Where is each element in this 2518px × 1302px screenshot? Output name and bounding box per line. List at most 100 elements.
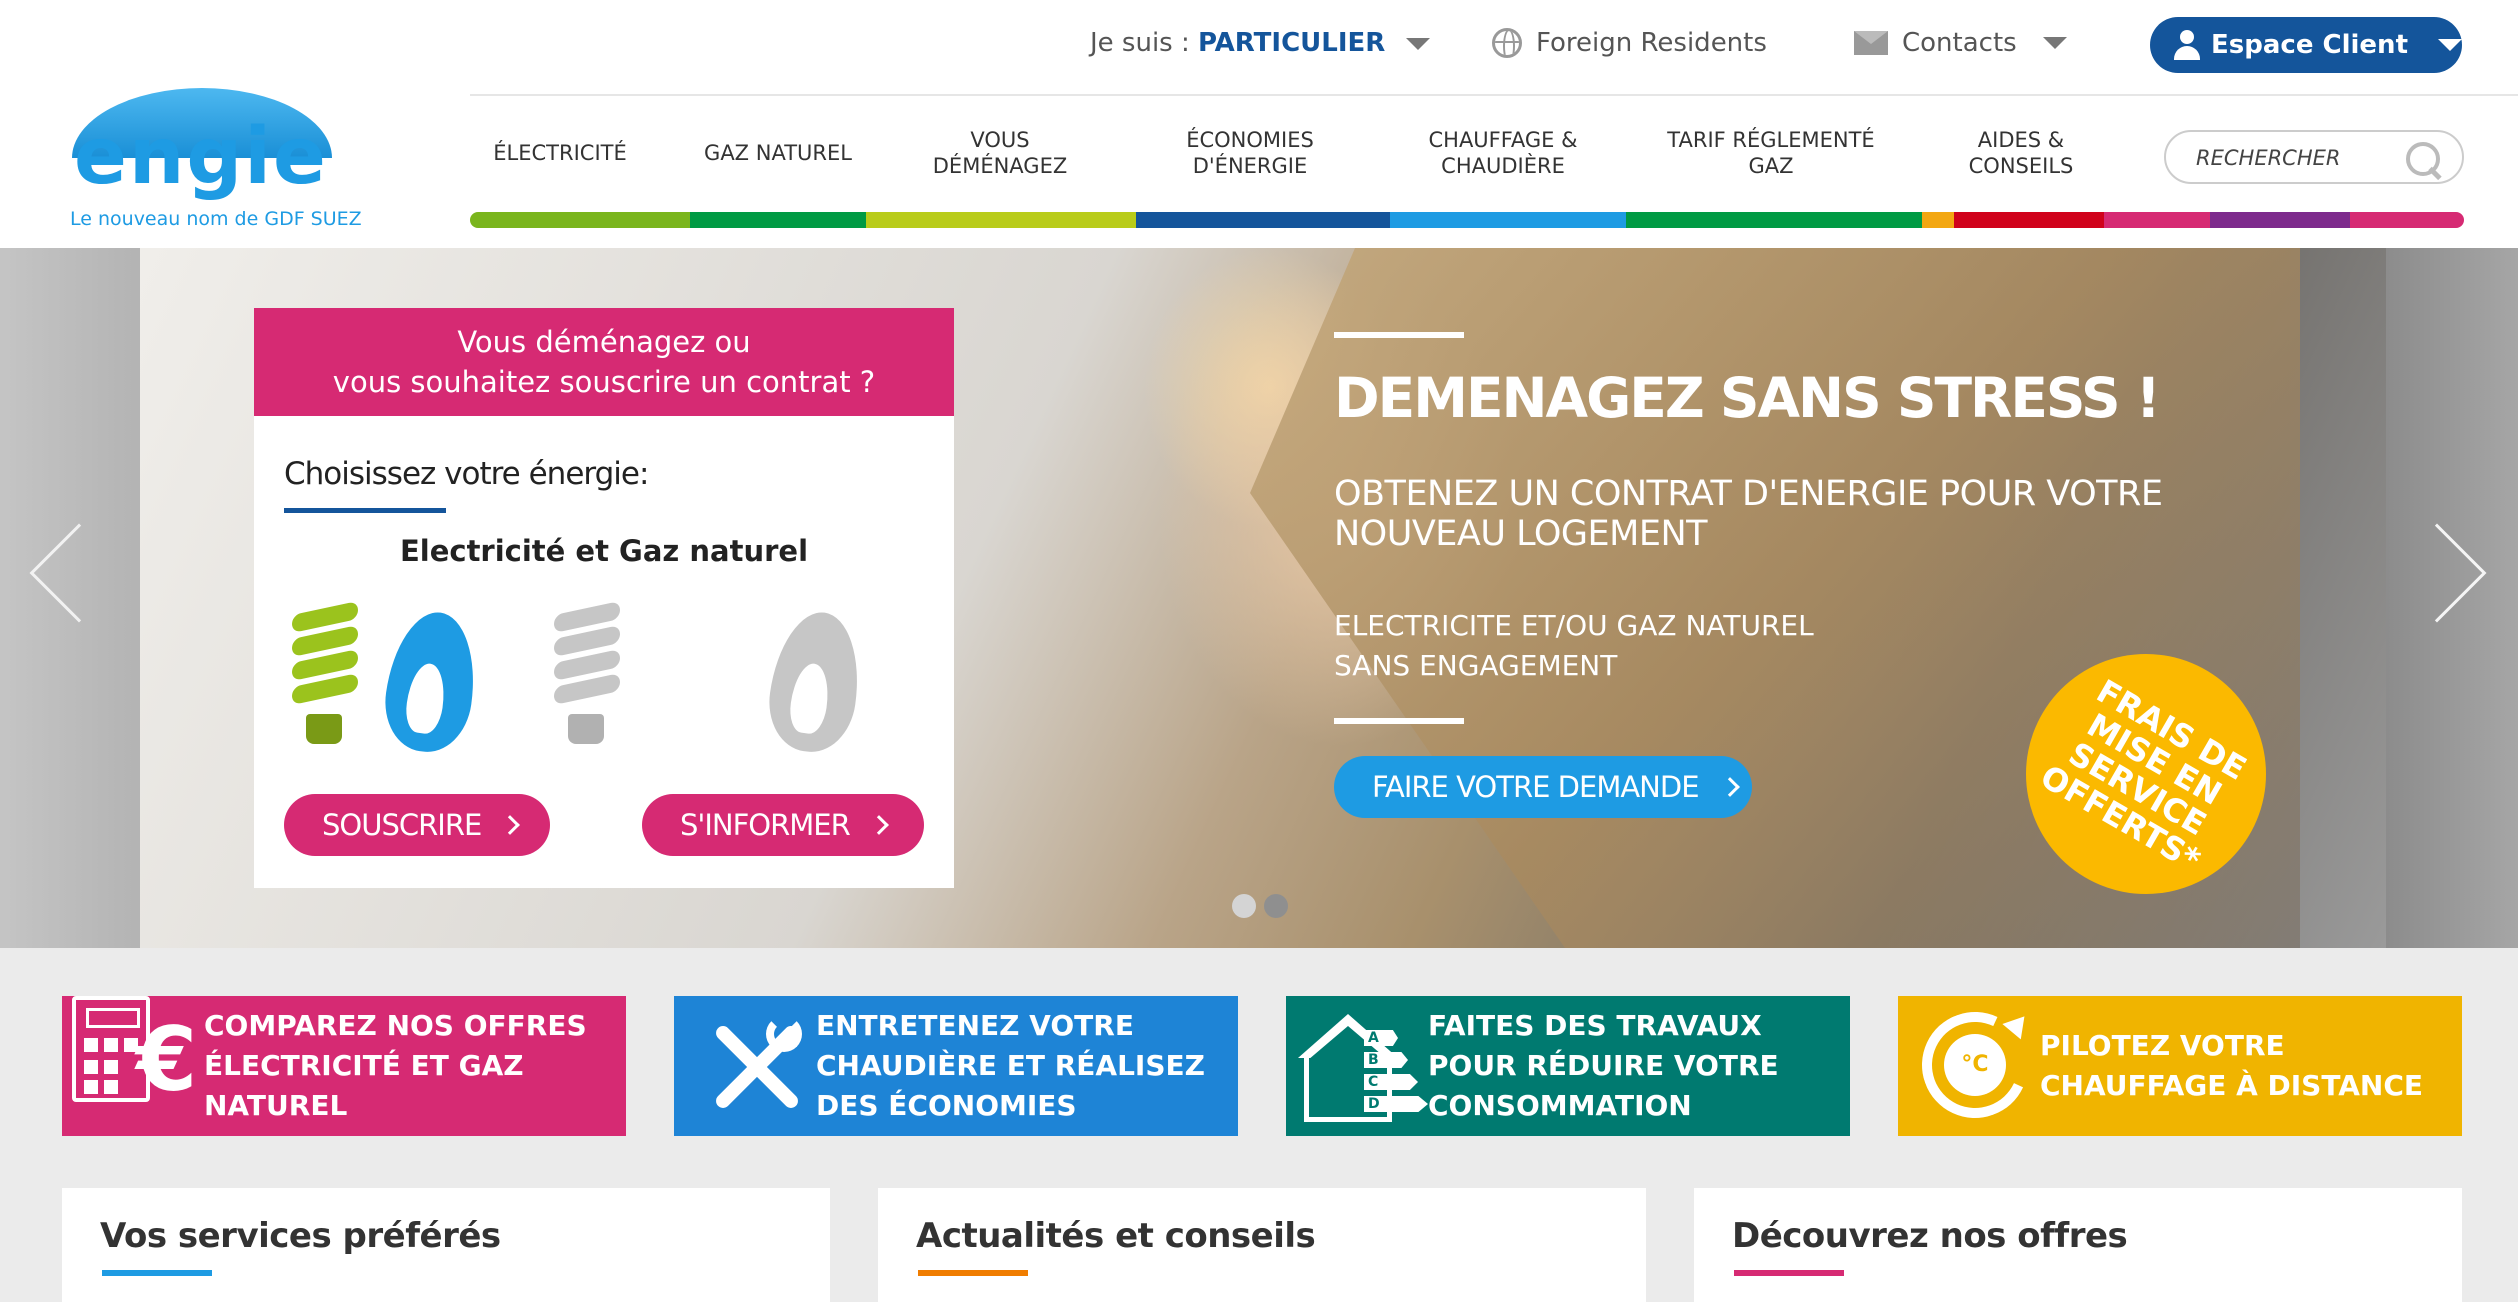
panel-discover-offers: Découvrez nos offres (1694, 1188, 2462, 1302)
engie-logo[interactable]: engie Le nouveau nom de GDF SUEZ (62, 88, 362, 238)
profile-value: PARTICULIER (1198, 28, 1386, 58)
nav-item-tarif-reglemente-gaz[interactable]: TARIF RÉGLEMENTÉ GAZ (1666, 120, 1876, 186)
color-segment (1626, 212, 1922, 228)
tile-compare-offers[interactable]: € COMPAREZ NOS OFFRES ÉLECTRICITÉ ET GAZ… (62, 996, 626, 1136)
envelope-icon (1854, 31, 1888, 55)
foreign-residents-link[interactable]: Foreign Residents (1492, 28, 1767, 58)
nav-color-bar (470, 212, 2464, 228)
flame-icon[interactable] (762, 606, 868, 758)
panel-title: Actualités et conseils (916, 1216, 1316, 1256)
panel-underline (918, 1270, 1028, 1276)
nav-item-economies-energie[interactable]: ÉCONOMIES D'ÉNERGIE (1170, 120, 1330, 186)
card-underline (284, 508, 446, 513)
chevron-right-icon (868, 815, 889, 835)
logo-wordmark: engie (74, 112, 328, 202)
sinformer-label: S'INFORMER (680, 808, 851, 842)
tile-label: COMPAREZ NOS OFFRES ÉLECTRICITÉ ET GAZ N… (204, 1009, 587, 1122)
hero-details-line2: SANS ENGAGEMENT (1334, 649, 1618, 682)
selected-energy-label: Electricité et Gaz naturel (399, 534, 809, 568)
panel-news-advice: Actualités et conseils (878, 1188, 1646, 1302)
tile-label: ENTRETENEZ VOTRE CHAUDIÈRE ET RÉALISEZ D… (816, 1009, 1205, 1122)
hero-carousel: Vous déménagez ou vous souhaitez souscri… (0, 248, 2518, 948)
search-box[interactable]: RECHERCHER (2164, 130, 2464, 184)
chevron-right-icon (1719, 777, 1740, 797)
color-segment (470, 212, 690, 228)
panel-title: Vos services préférés (100, 1216, 501, 1256)
nav-item-gaz-naturel[interactable]: GAZ NATUREL (698, 120, 858, 186)
main-nav: ÉLECTRICITÉ GAZ NATUREL VOUS DÉMÉNAGEZ É… (470, 120, 2518, 220)
foreign-residents-label: Foreign Residents (1536, 28, 1767, 58)
top-utility-bar: Je suis : PARTICULIER Foreign Residents … (470, 0, 2518, 96)
tools-icon (686, 1014, 804, 1120)
chevron-right-icon (500, 815, 521, 835)
souscrire-button[interactable]: SOUSCRIRE (284, 794, 550, 856)
card-subtitle: Choisissez votre énergie: (284, 456, 649, 492)
flame-icon-active[interactable] (378, 606, 484, 758)
energy-label-house-icon: A B C D (1298, 1014, 1428, 1122)
site-header: engie Le nouveau nom de GDF SUEZ Je suis… (0, 0, 2518, 248)
sinformer-button[interactable]: S'INFORMER (642, 794, 924, 856)
tile-remote-heating[interactable]: °C PILOTEZ VOTRE CHAUFFAGE À DISTANCE (1898, 996, 2462, 1136)
thermostat-unit: °C (1944, 1034, 2006, 1096)
panel-favorite-services: Vos services préférés (62, 1188, 830, 1302)
color-segment (1136, 212, 1390, 228)
panel-underline (102, 1270, 212, 1276)
tile-label: FAITES DES TRAVAUX POUR RÉDUIRE VOTRE CO… (1428, 1009, 1779, 1122)
bulb-icon-active[interactable] (288, 600, 364, 744)
espace-client-label: Espace Client (2211, 30, 2408, 60)
card-heading: Vous déménagez ou vous souhaitez souscri… (254, 308, 954, 416)
profile-selector[interactable]: Je suis : PARTICULIER (1090, 28, 1430, 58)
search-icon[interactable] (2404, 140, 2444, 180)
hero-subtitle-line2: NOUVEAU LOGEMENT (1334, 514, 1708, 554)
color-segment (1954, 212, 2104, 228)
thermostat-icon: °C (1907, 997, 2043, 1133)
color-segment (1922, 212, 1954, 228)
hero-subtitle: OBTENEZ UN CONTRAT D'ENERGIE POUR VOTRE … (1334, 474, 2163, 554)
bulb-icon[interactable] (550, 600, 626, 744)
panel-title: Découvrez nos offres (1732, 1216, 2128, 1256)
souscrire-label: SOUSCRIRE (322, 808, 482, 842)
color-segment (2210, 212, 2350, 228)
nav-item-chauffage-chaudiere[interactable]: CHAUFFAGE & CHAUDIÈRE (1418, 120, 1588, 186)
faire-votre-demande-button[interactable]: FAIRE VOTRE DEMANDE (1334, 756, 1752, 818)
energy-grade-label: A (1364, 1030, 1398, 1046)
chevron-down-icon (2042, 37, 2067, 49)
profile-label: Je suis : (1090, 28, 1190, 58)
tile-label: PILOTEZ VOTRE CHAUFFAGE À DISTANCE (2040, 1029, 2424, 1102)
details-rule (1334, 718, 1464, 724)
energy-grade-label: B (1364, 1052, 1408, 1068)
hero-subtitle-line1: OBTENEZ UN CONTRAT D'ENERGIE POUR VOTRE (1334, 474, 2163, 514)
color-segment (1390, 212, 1626, 228)
carousel-dot[interactable] (1264, 894, 1288, 918)
nav-item-aides-conseils[interactable]: AIDES & CONSEILS (1956, 120, 2086, 186)
color-segment (2104, 212, 2210, 228)
cta-label: FAIRE VOTRE DEMANDE (1372, 770, 1700, 804)
title-rule (1334, 332, 1464, 338)
calculator-euro-icon: € (72, 996, 197, 1104)
nav-item-vous-demenagez[interactable]: VOUS DÉMÉNAGEZ (900, 120, 1100, 186)
panel-underline (1734, 1270, 1844, 1276)
hero-details-line1: ELECTRICITE ET/OU GAZ NATUREL (1334, 609, 1814, 642)
nav-item-electricite[interactable]: ÉLECTRICITÉ (470, 120, 650, 186)
tile-maintain-boiler[interactable]: ENTRETENEZ VOTRE CHAUDIÈRE ET RÉALISEZ D… (674, 996, 1238, 1136)
promo-badge: FRAIS DE MISE EN SERVICE OFFERTS* (2026, 654, 2266, 894)
chevron-down-icon (1405, 37, 1430, 50)
energy-chooser-card: Vous déménagez ou vous souhaitez souscri… (254, 308, 954, 888)
energy-grade-label: D (1364, 1096, 1428, 1112)
contacts-menu[interactable]: Contacts (1854, 28, 2067, 58)
card-heading-line1: Vous déménagez ou (457, 325, 751, 359)
color-segment (2350, 212, 2464, 228)
color-segment (866, 212, 1136, 228)
globe-icon (1492, 28, 1522, 58)
search-input[interactable]: RECHERCHER (2196, 146, 2341, 170)
energy-grade-label: C (1364, 1074, 1418, 1090)
card-heading-line2: vous souhaitez souscrire un contrat ? (332, 365, 876, 399)
chevron-down-icon (2438, 39, 2462, 51)
color-segment (690, 212, 866, 228)
logo-tagline: Le nouveau nom de GDF SUEZ (70, 208, 362, 230)
carousel-dot-active[interactable] (1232, 894, 1256, 918)
tile-renovation-works[interactable]: A B C D FAITES DES TRAVAUX POUR RÉDUIRE … (1286, 996, 1850, 1136)
espace-client-button[interactable]: Espace Client (2150, 17, 2462, 73)
hero-details: ELECTRICITE ET/OU GAZ NATUREL SANS ENGAG… (1334, 606, 1814, 686)
contacts-label: Contacts (1902, 28, 2017, 58)
